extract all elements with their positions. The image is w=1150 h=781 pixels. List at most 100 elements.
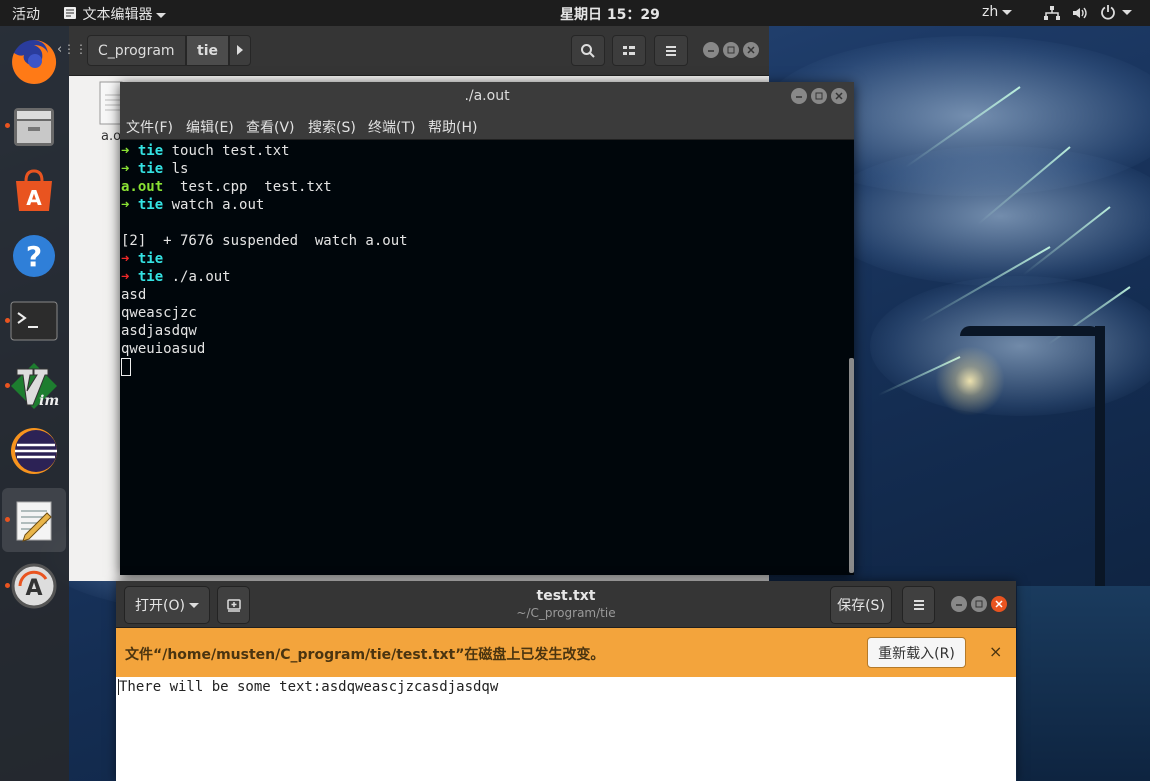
dock-files[interactable] [2, 94, 66, 158]
ls-files: test.cpp test.txt [163, 179, 332, 195]
close-button[interactable] [991, 596, 1007, 612]
command-text: watch a.out [163, 197, 265, 213]
dock: A ? im A [0, 26, 69, 781]
search-icon [581, 43, 595, 58]
breadcrumb-tie[interactable]: tie [186, 35, 229, 66]
output-text: [2] + 7676 suspended watch a.out [121, 233, 408, 249]
network-icon[interactable] [1043, 5, 1061, 25]
terminal-line: qweascjzc [121, 304, 848, 322]
path-toggle-icon[interactable]: ⋮⋮ [63, 42, 87, 56]
close-button[interactable] [831, 88, 847, 104]
infobar-close-button[interactable]: × [989, 642, 1002, 661]
terminal-cursor-line [121, 358, 848, 376]
dock-eclipse[interactable] [2, 419, 66, 483]
dock-terminal[interactable] [2, 289, 66, 353]
terminal-line: ➜ tie ls [121, 160, 848, 178]
menu-file[interactable]: 文件(F) [126, 117, 173, 137]
terminal-line: ➜ tie watch a.out [121, 196, 848, 214]
power-icon[interactable] [1100, 4, 1116, 24]
activities-button[interactable]: 活动 [12, 4, 40, 24]
grid-view-icon [623, 45, 635, 55]
svg-text:A: A [26, 186, 42, 210]
menu-help[interactable]: 帮助(H) [428, 117, 477, 137]
prompt-directory: tie [137, 161, 164, 177]
back-chevron-icon[interactable]: ‹ [57, 42, 62, 57]
terminal-line: [2] + 7676 suspended watch a.out [121, 232, 848, 250]
running-indicator [5, 123, 10, 128]
system-menu-chevron[interactable] [1118, 4, 1132, 20]
terminal-output[interactable]: ➜ tie touch test.txt ➜ tie ls a.out test.c… [120, 140, 848, 575]
dock-firefox[interactable] [2, 30, 66, 94]
chevron-right-icon [237, 45, 243, 55]
command-text: touch test.txt [163, 143, 290, 159]
file-changed-infobar: 文件“/home/musten/C_program/tie/test.txt”在… [116, 628, 1016, 677]
svg-text:im: im [39, 393, 59, 409]
app-menu[interactable]: 文本编辑器 [62, 4, 167, 24]
prompt-directory: tie [137, 251, 164, 267]
minimize-button[interactable] [703, 42, 719, 58]
files-icon [14, 108, 54, 146]
minimize-button[interactable] [791, 88, 807, 104]
dock-help[interactable]: ? [2, 224, 66, 288]
menu-terminal[interactable]: 终端(T) [368, 117, 415, 137]
hamburger-menu-icon [913, 600, 924, 610]
input-method-indicator[interactable]: zh [982, 4, 1013, 20]
minimize-icon [956, 604, 962, 606]
dock-software-updater[interactable]: A [2, 554, 66, 618]
terminal-line: asd [121, 286, 848, 304]
top-panel: 活动 文本编辑器 星期日 15：29 zh [0, 0, 1150, 26]
prompt-directory: tie [137, 143, 164, 159]
text-editor-content[interactable]: There will be some text:asdqweascjzcasdj… [116, 677, 1016, 781]
file-manager-headerbar: ‹ ⋮⋮ C_program tie [57, 26, 769, 76]
terminal-titlebar: ./a.out [120, 82, 854, 110]
running-indicator [5, 583, 10, 588]
breadcrumb-forward[interactable] [229, 35, 251, 66]
maximize-icon [975, 600, 983, 608]
menu-button[interactable] [654, 35, 688, 66]
maximize-button[interactable] [971, 596, 987, 612]
help-icon: ? [13, 235, 55, 277]
command-text: ./a.out [163, 269, 231, 285]
menu-button[interactable] [902, 586, 935, 624]
dock-vim[interactable]: im [2, 354, 66, 418]
dock-text-editor[interactable] [2, 488, 66, 552]
hamburger-menu-icon [666, 45, 676, 56]
close-icon [995, 600, 1003, 608]
editor-text: There will be some text:asdqweascjzcasdj… [119, 679, 499, 695]
prompt-directory: tie [137, 197, 164, 213]
output-text: qweascjzc [121, 305, 197, 321]
firefox-icon [12, 39, 57, 84]
text-editor-window[interactable]: 打开(O) test.txt ~/C_program/tie 保存(S) 文件“… [116, 581, 1016, 781]
breadcrumb-c-program[interactable]: C_program [87, 35, 186, 66]
reload-button[interactable]: 重新载入(R) [867, 637, 966, 668]
ls-executable: a.out [121, 179, 164, 195]
dock-software-center[interactable]: A [2, 159, 66, 223]
menu-view[interactable]: 查看(V) [246, 117, 295, 137]
terminal-menubar: 文件(F) 编辑(E) 查看(V) 搜索(S) 终端(T) 帮助(H) [120, 110, 854, 140]
menu-edit[interactable]: 编辑(E) [186, 117, 234, 137]
running-indicator [5, 318, 10, 323]
search-button[interactable] [571, 35, 605, 66]
clock[interactable]: 星期日 15：29 [560, 4, 660, 24]
save-button[interactable]: 保存(S) [830, 586, 892, 624]
running-indicator [5, 517, 10, 522]
terminal-scrollbar[interactable] [849, 358, 854, 573]
vim-icon: im [11, 363, 59, 409]
terminal-window[interactable]: ./a.out 文件(F) 编辑(E) 查看(V) 搜索(S) 终端(T) 帮助… [120, 82, 854, 575]
maximize-icon [727, 46, 735, 54]
view-toggle-button[interactable] [612, 35, 646, 66]
close-button[interactable] [743, 42, 759, 58]
running-indicator [5, 383, 10, 388]
prompt-arrow: ➜ [121, 143, 130, 159]
terminal-cursor [121, 358, 131, 376]
output-text: asd [121, 287, 147, 303]
prompt-arrow: ➜ [121, 251, 130, 267]
maximize-button[interactable] [811, 88, 827, 104]
menu-search[interactable]: 搜索(S) [308, 117, 356, 137]
software-updater-icon: A [11, 563, 57, 609]
volume-icon[interactable] [1071, 5, 1089, 25]
text-editor-icon [16, 501, 52, 542]
minimize-button[interactable] [951, 596, 967, 612]
terminal-title: ./a.out [464, 88, 510, 104]
maximize-button[interactable] [723, 42, 739, 58]
